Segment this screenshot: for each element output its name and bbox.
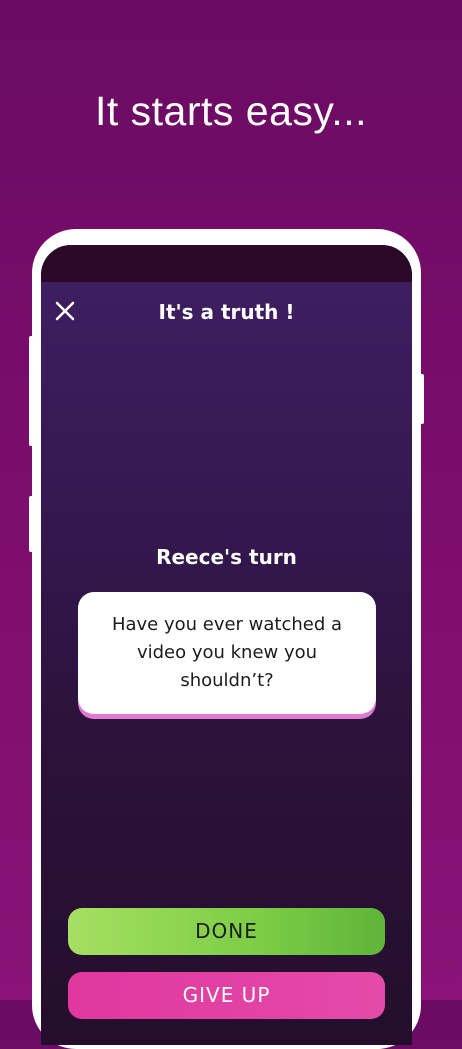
- screen-title: It's a truth !: [158, 300, 295, 324]
- question-card: Have you ever watched a video you knew y…: [78, 592, 376, 714]
- player-turn-label: Reece's turn: [156, 545, 297, 569]
- promo-headline: It starts easy...: [94, 88, 368, 134]
- done-button[interactable]: DONE: [68, 908, 385, 955]
- give-up-button[interactable]: GIVE UP: [68, 972, 385, 1019]
- question-text: Have you ever watched a video you knew y…: [111, 614, 343, 691]
- status-bar: [41, 245, 412, 282]
- phone-screen: It's a truth ! Reece's turn Have you eve…: [41, 245, 412, 1045]
